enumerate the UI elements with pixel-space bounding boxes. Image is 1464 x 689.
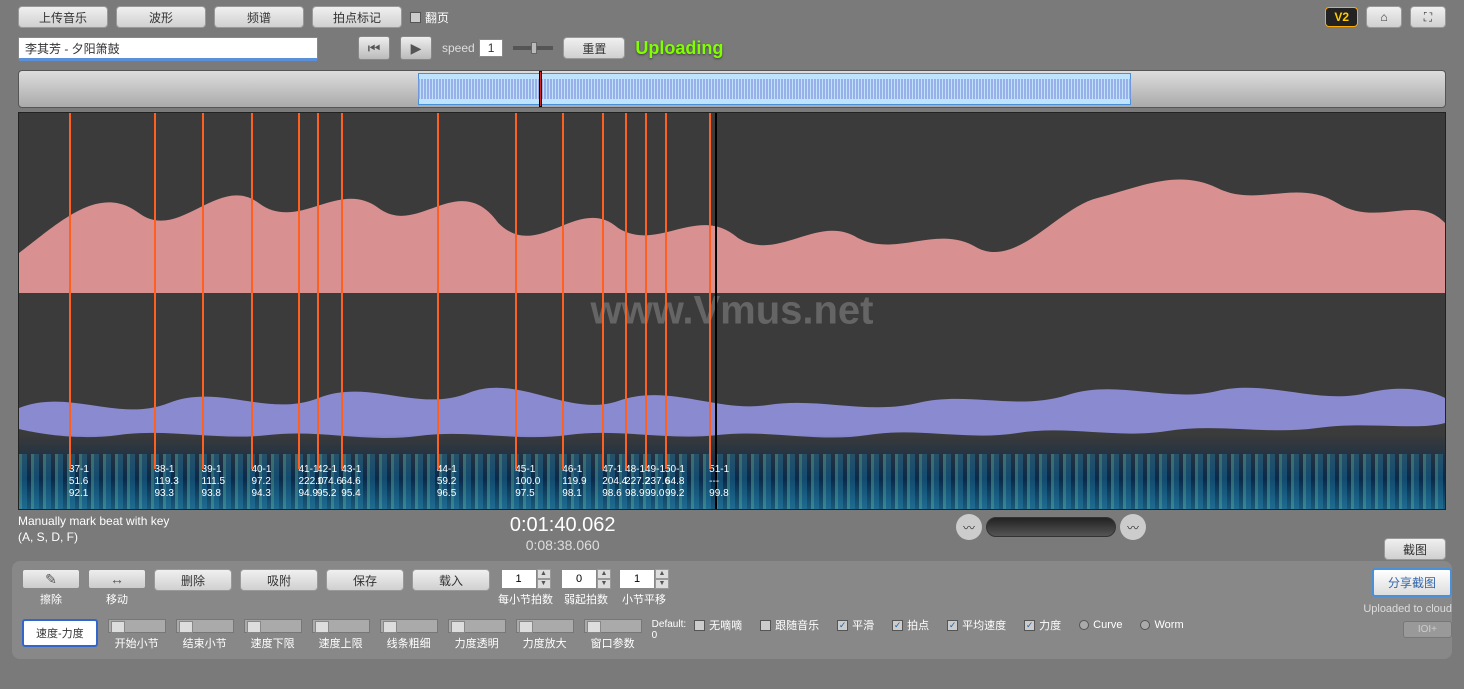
speed-label: speed (442, 41, 475, 55)
avg-speed-checkbox[interactable]: ✓平均速度 (947, 617, 1006, 633)
marker-labels: 37-151.692.1 38-1119.393.3 39-1111.593.8 40… (19, 464, 1445, 509)
beat-marker[interactable] (69, 113, 71, 469)
marker-label: 43-164.695.4 (341, 464, 361, 500)
watermark: www.Vmus.net (590, 289, 873, 334)
beat-marker[interactable] (154, 113, 156, 469)
fullscreen-icon[interactable]: ⛶ (1410, 6, 1446, 28)
beat-marker[interactable] (317, 113, 319, 469)
zoom-control[interactable]: 〰 〰 (956, 514, 1146, 540)
beat-marker[interactable] (298, 113, 300, 469)
snap-button[interactable]: 吸附 (240, 569, 318, 591)
reset-button[interactable]: 重置 (563, 37, 625, 59)
hint-text: Manually mark beat with key(A, S, D, F) (18, 514, 169, 545)
upload-music-button[interactable]: 上传音乐 (18, 6, 108, 28)
speed-lo-slider[interactable] (244, 619, 302, 633)
dynamics-checkbox[interactable]: ✓力度 (1024, 617, 1061, 633)
speed-slider[interactable] (513, 46, 553, 50)
beatmark-tab[interactable]: 拍点标记 (312, 6, 402, 28)
playhead[interactable] (715, 113, 717, 509)
line-weight-slider[interactable] (380, 619, 438, 633)
beat-marker[interactable] (665, 113, 667, 469)
marker-label: 46-1119.998.1 (562, 464, 586, 500)
beat-marker[interactable] (602, 113, 604, 469)
marker-label: 51-1---99.8 (709, 464, 729, 500)
beat-marker[interactable] (341, 113, 343, 469)
zoom-out-icon[interactable]: 〰 (956, 514, 982, 540)
load-button[interactable]: 载入 (412, 569, 490, 591)
version-badge: V2 (1325, 7, 1358, 27)
beat-marker[interactable] (645, 113, 647, 469)
save-button[interactable]: 保存 (326, 569, 404, 591)
delete-button[interactable]: 删除 (154, 569, 232, 591)
track-title-field[interactable]: 李其芳 - 夕阳箫鼓 (18, 37, 318, 59)
worm-radio[interactable]: Worm (1140, 619, 1183, 631)
screenshot-button[interactable]: 截图 (1384, 538, 1446, 560)
beat-marker[interactable] (562, 113, 564, 469)
start-bar-slider[interactable] (108, 619, 166, 633)
time-current: 0:01:40.062 (189, 514, 936, 537)
marker-label: 42-1174.695.2 (317, 464, 342, 500)
home-icon[interactable]: ⌂ (1366, 6, 1402, 28)
marker-label: 47-1204.498.6 (602, 464, 627, 500)
beat-checkbox[interactable]: ✓拍点 (892, 617, 929, 633)
no-whistle-checkbox[interactable]: 无嘀嘀 (694, 617, 742, 633)
top-toolbar: 上传音乐 波形 频谱 拍点标记 翻页 V2 ⌂ ⛶ (0, 0, 1464, 34)
speed-hi-slider[interactable] (312, 619, 370, 633)
speed-force-button[interactable]: 速度-力度 (22, 619, 98, 647)
beats-per-bar-input[interactable]: ▲▼ (501, 569, 551, 589)
follow-music-checkbox[interactable]: 跟随音乐 (760, 617, 819, 633)
uploading-status: Uploading (635, 38, 723, 59)
waveform-lower (19, 373, 1445, 443)
move-button[interactable]: ↔ (88, 569, 146, 589)
play-button[interactable]: ▶ (400, 36, 432, 60)
waveform-upper (19, 153, 1445, 293)
marker-label: 39-1111.593.8 (202, 464, 226, 500)
marker-label: 44-159.296.5 (437, 464, 457, 500)
waveform-tab[interactable]: 波形 (116, 6, 206, 28)
beat-marker[interactable] (709, 113, 711, 469)
ioi-button[interactable]: IOI+ (1403, 621, 1452, 638)
curve-radio[interactable]: Curve (1079, 619, 1122, 631)
flip-page-checkbox[interactable]: 翻页 (410, 9, 449, 26)
beat-marker[interactable] (202, 113, 204, 469)
end-bar-slider[interactable] (176, 619, 234, 633)
uploaded-status: Uploaded to cloud (1363, 603, 1452, 615)
zoom-in-icon[interactable]: 〰 (1120, 514, 1146, 540)
beat-marker[interactable] (515, 113, 517, 469)
spectrum-tab[interactable]: 频谱 (214, 6, 304, 28)
marker-label: 50-164.899.2 (665, 464, 685, 500)
overview-cursor[interactable] (539, 71, 542, 107)
main-waveform-view[interactable]: www.Vmus.net 37-151.692.1 38-1119.393.3 39… (18, 112, 1446, 510)
smooth-checkbox[interactable]: ✓平滑 (837, 617, 874, 633)
marker-label: 40-197.294.3 (251, 464, 271, 500)
prev-button[interactable]: ⏮ (358, 36, 390, 60)
erase-button[interactable]: ✎ (22, 569, 80, 589)
overview-waveform (418, 79, 1131, 99)
beat-marker[interactable] (625, 113, 627, 469)
dyn-zoom-slider[interactable] (516, 619, 574, 633)
marker-label: 37-151.692.1 (69, 464, 89, 500)
share-screenshot-button[interactable]: 分享截图 (1372, 568, 1452, 597)
pickup-beats-input[interactable]: ▲▼ (561, 569, 611, 589)
marker-label: 38-1119.393.3 (154, 464, 178, 500)
beat-marker[interactable] (437, 113, 439, 469)
marker-label: 45-1100.097.5 (515, 464, 540, 500)
zoom-slider[interactable] (986, 517, 1116, 537)
win-param-slider[interactable] (584, 619, 642, 633)
default-label: Default:0 (652, 619, 686, 641)
bar-offset-input[interactable]: ▲▼ (619, 569, 669, 589)
overview-strip[interactable] (18, 70, 1446, 108)
tools-panel: ✎擦除 ↔移动 删除 吸附 保存 载入 ▲▼ 每小节拍数 ▲▼ 弱起拍数 ▲▼ … (12, 561, 1452, 659)
speed-value: 1 (479, 39, 504, 57)
beat-marker[interactable] (251, 113, 253, 469)
time-total: 0:08:38.060 (189, 537, 936, 553)
dyn-trans-slider[interactable] (448, 619, 506, 633)
